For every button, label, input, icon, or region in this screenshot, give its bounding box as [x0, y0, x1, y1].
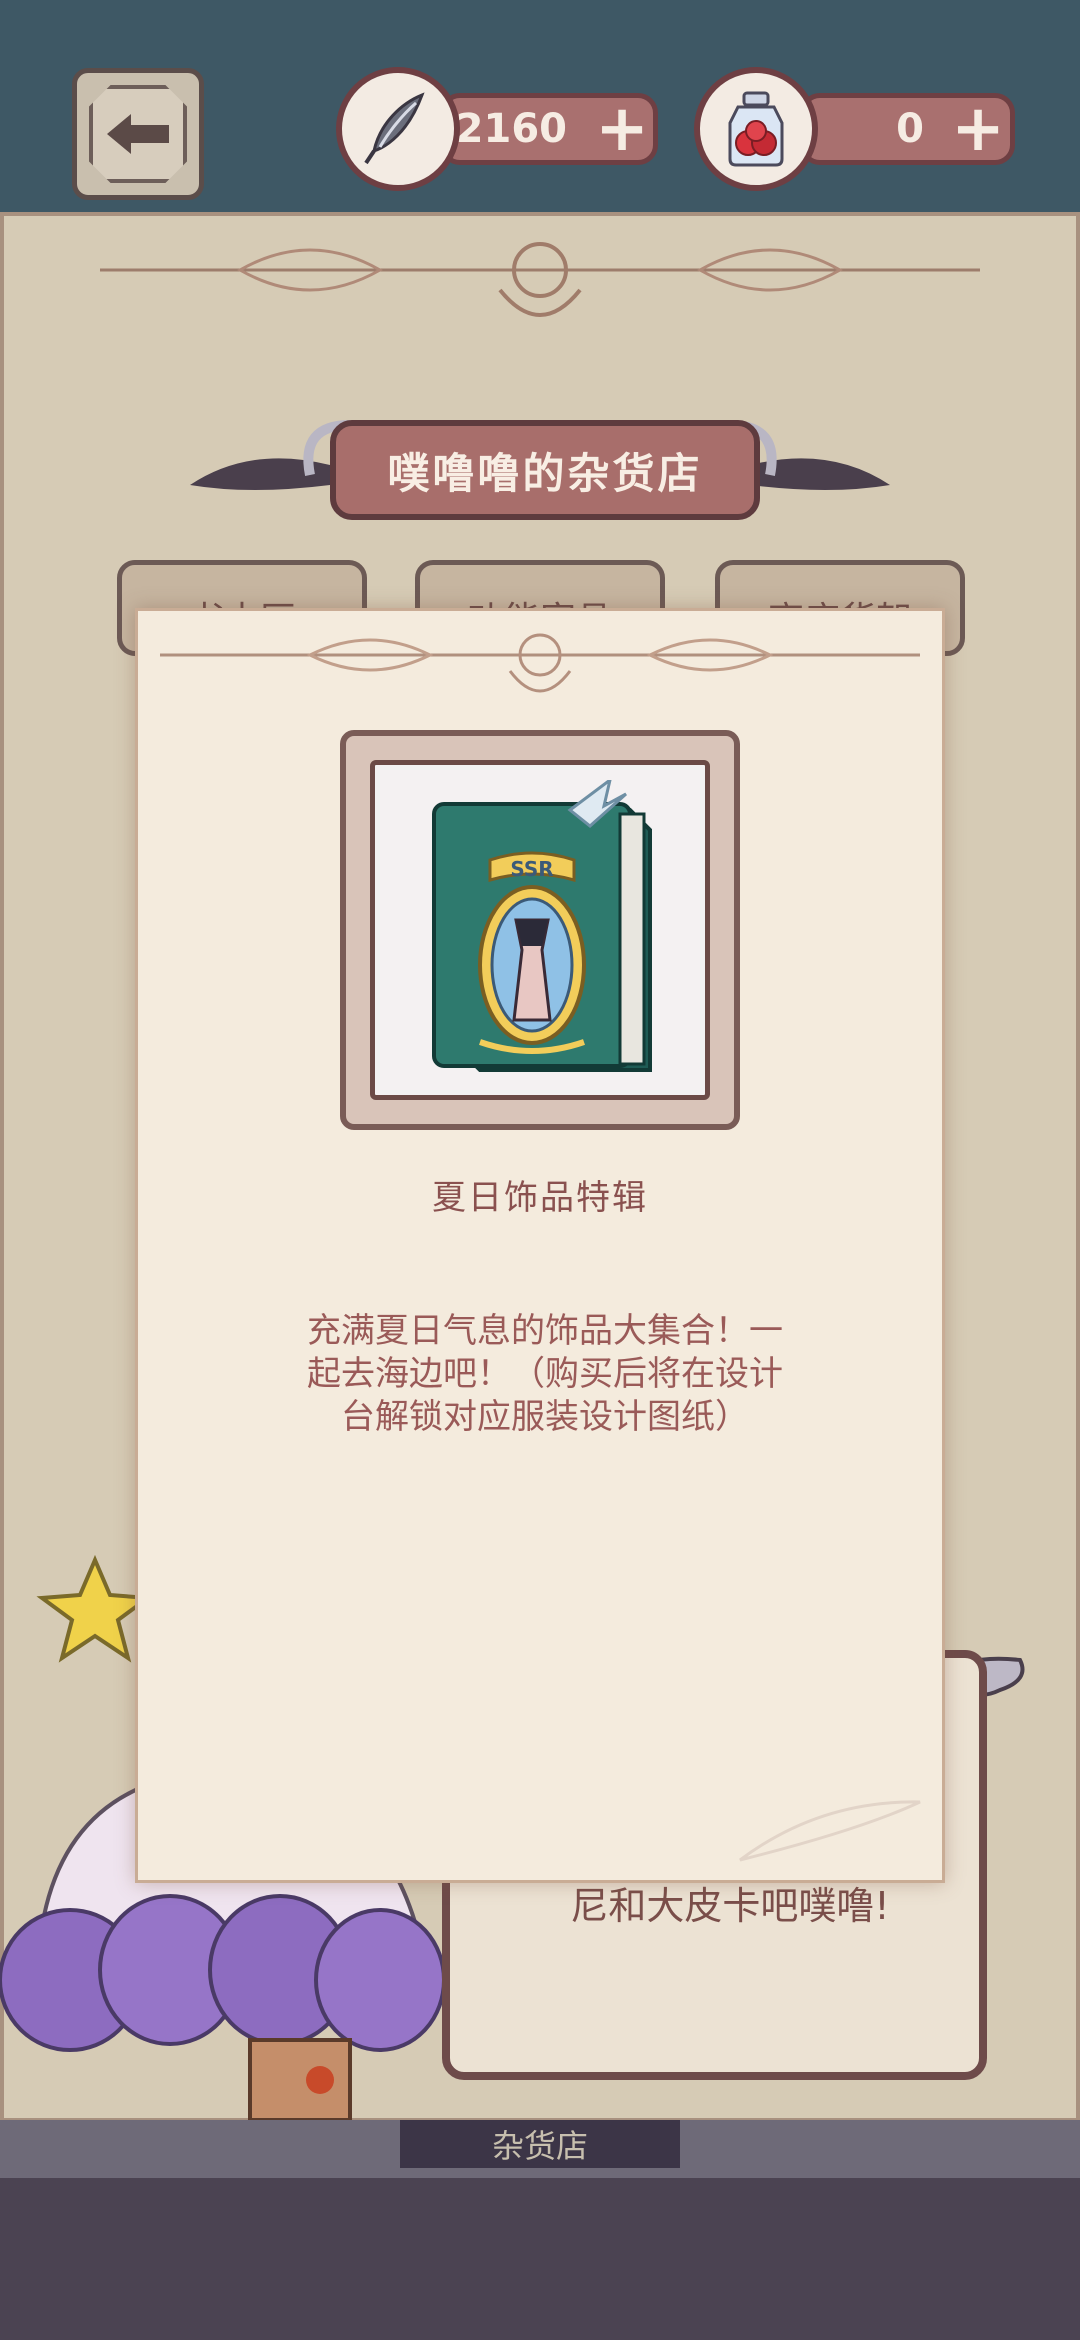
back-button-frame	[89, 85, 187, 183]
arrow-left-icon	[107, 114, 169, 154]
potion-currency-amount: 0	[896, 106, 924, 152]
shop-title-text: 噗噜噜的杂货店	[387, 448, 703, 498]
shopkeeper-speech-text: 尼和大皮卡吧噗噜!	[570, 1884, 890, 1928]
ornament-top-icon	[100, 242, 980, 317]
plus-icon: +	[595, 92, 649, 166]
potion-add-button[interactable]: +	[950, 92, 1006, 166]
shop-title: 噗噜噜的杂货店	[330, 420, 760, 520]
feather-currency-badge	[336, 67, 460, 191]
potion-currency-badge	[694, 67, 818, 191]
feather-icon	[364, 92, 425, 165]
ssr-book-icon: SSR	[432, 780, 652, 1072]
quill-watermark-icon	[739, 1800, 921, 1862]
feather-add-button[interactable]: +	[594, 92, 650, 166]
ssr-badge: SSR	[510, 857, 553, 881]
plus-icon: +	[951, 92, 1005, 166]
bottom-shop-sign: 杂货店	[400, 2120, 680, 2168]
item-description: 充满夏日气息的饰品大集合！一起去海边吧！（购买后将在设计台解锁对应服装设计图纸）	[307, 1311, 783, 1437]
popup-ornament-icon	[160, 633, 920, 693]
item-name: 夏日饰品特辑	[432, 1178, 648, 1218]
potion-jar-icon	[728, 91, 784, 167]
feather-currency-amount: 2160	[455, 106, 567, 152]
back-button[interactable]	[72, 68, 204, 200]
